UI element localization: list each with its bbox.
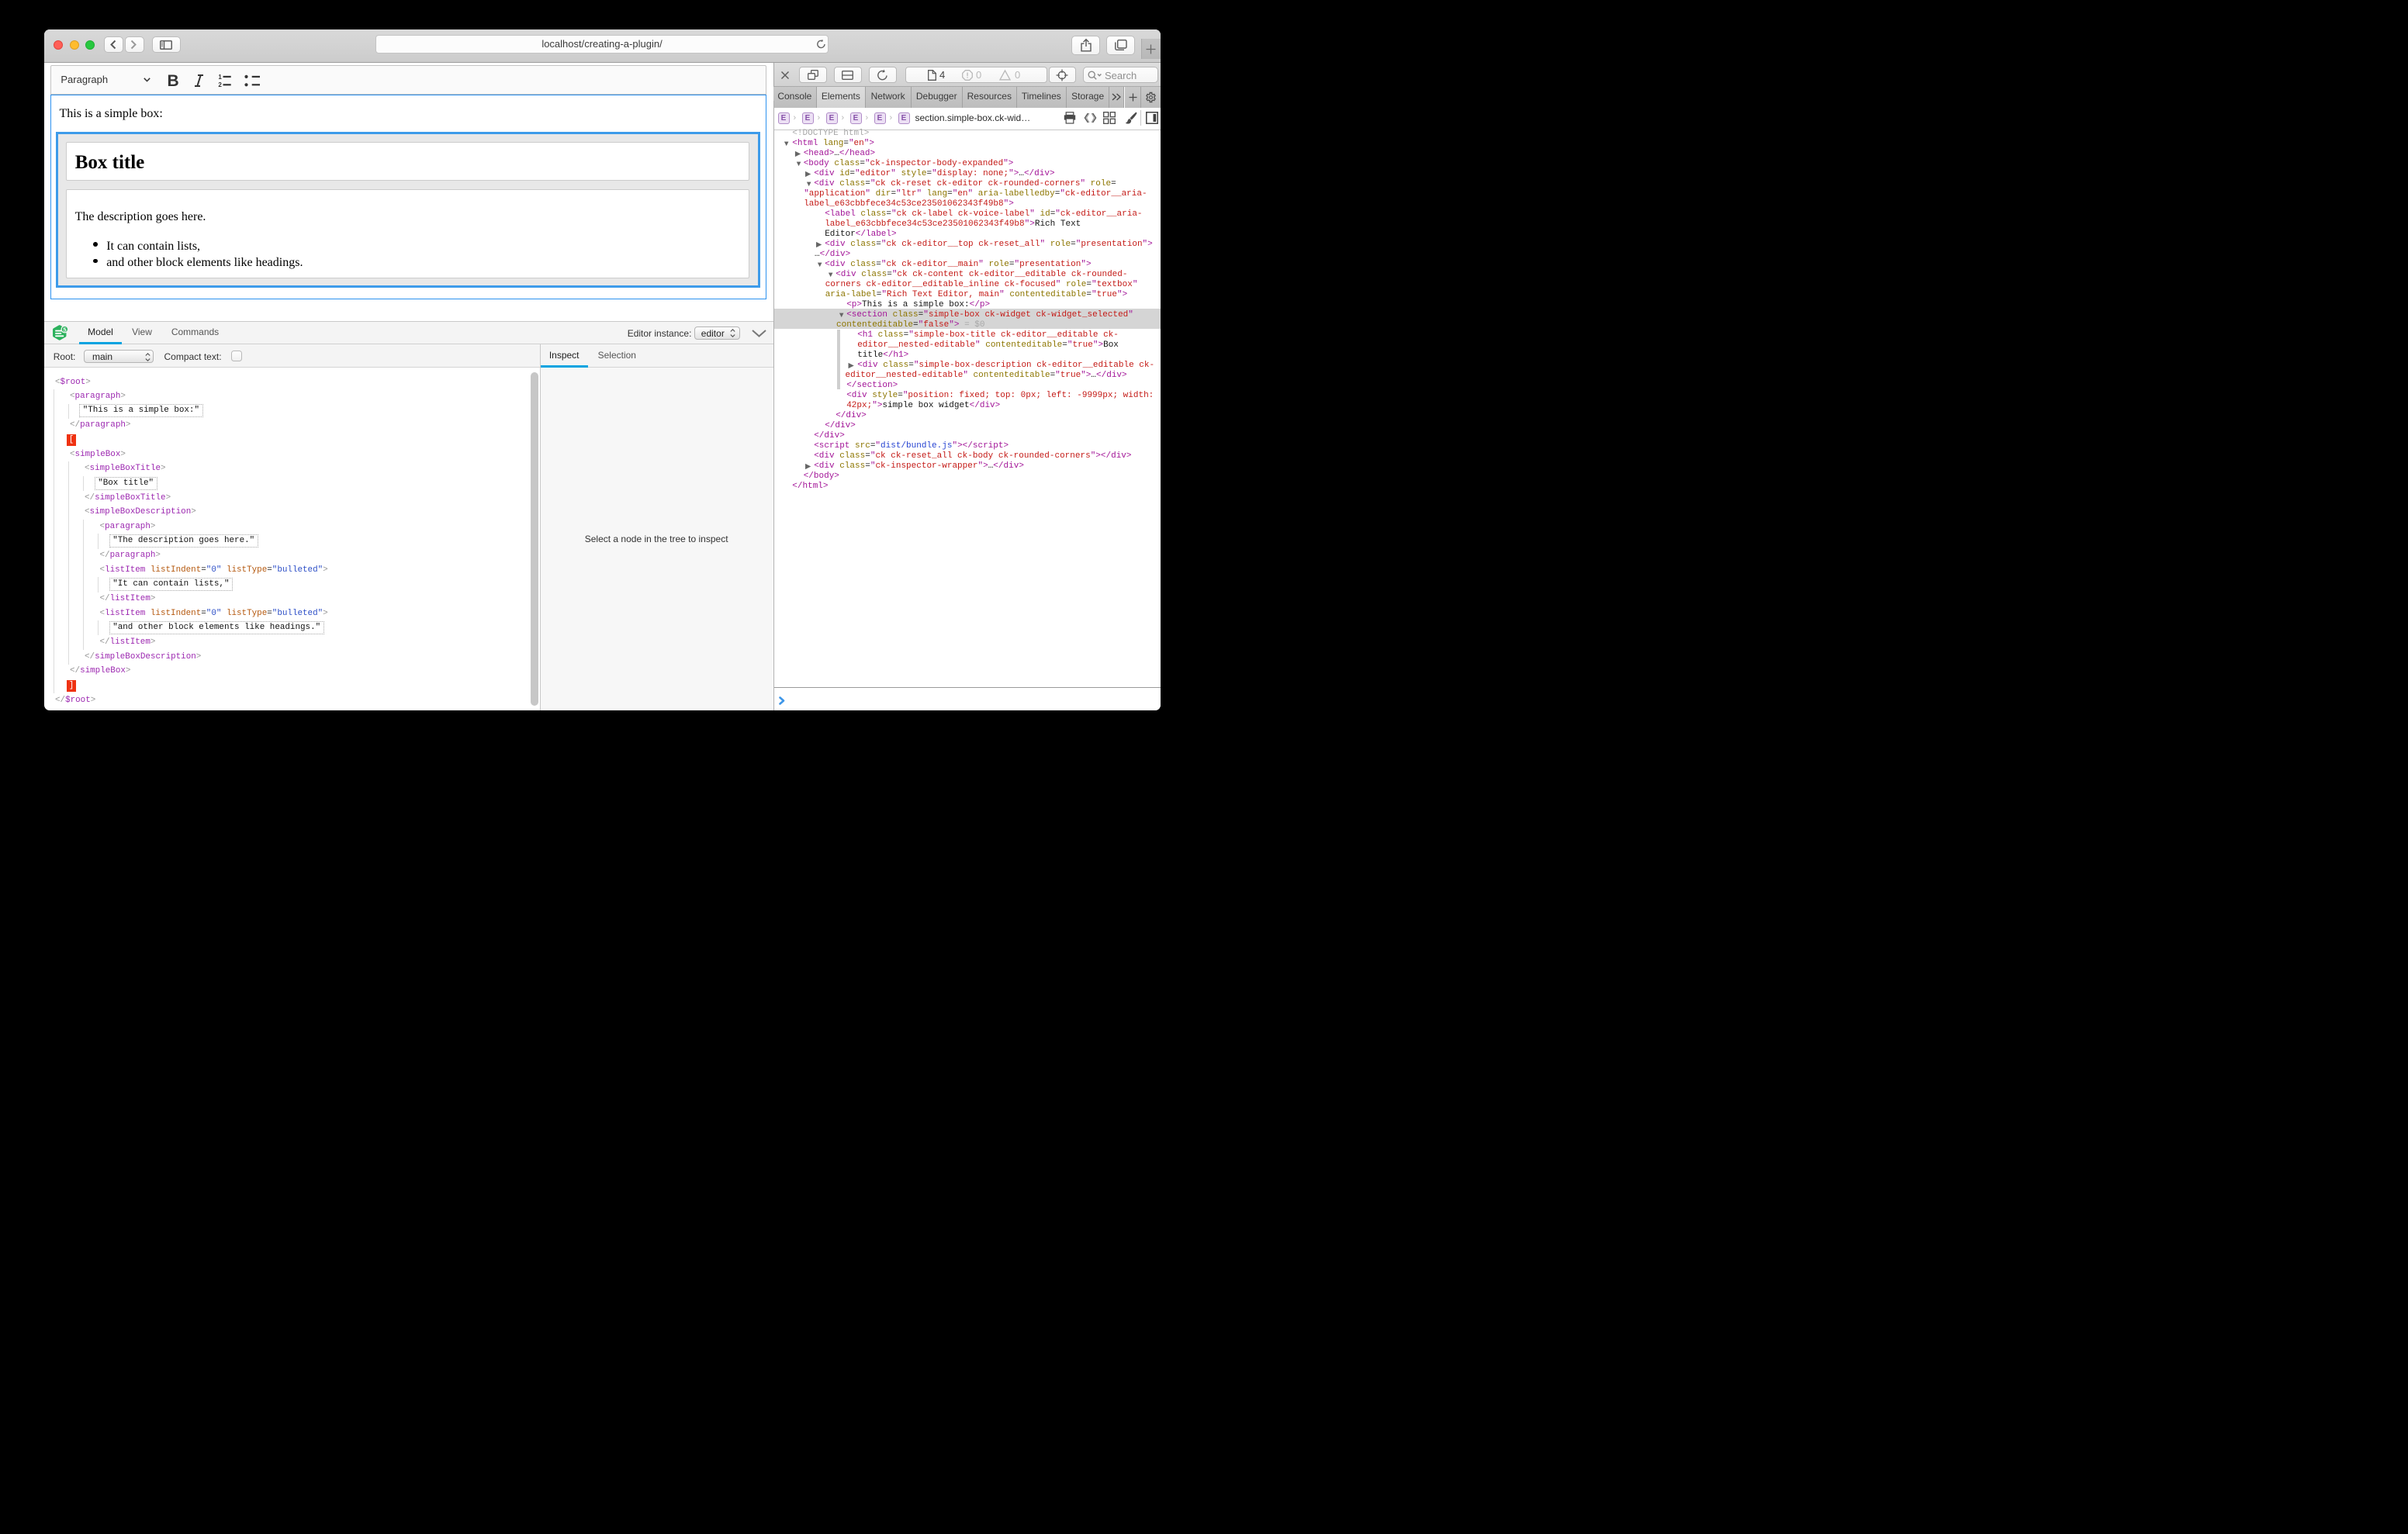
svg-text:5: 5: [63, 326, 66, 333]
svg-text:1: 1: [218, 74, 222, 81]
svg-text:2: 2: [218, 81, 222, 88]
